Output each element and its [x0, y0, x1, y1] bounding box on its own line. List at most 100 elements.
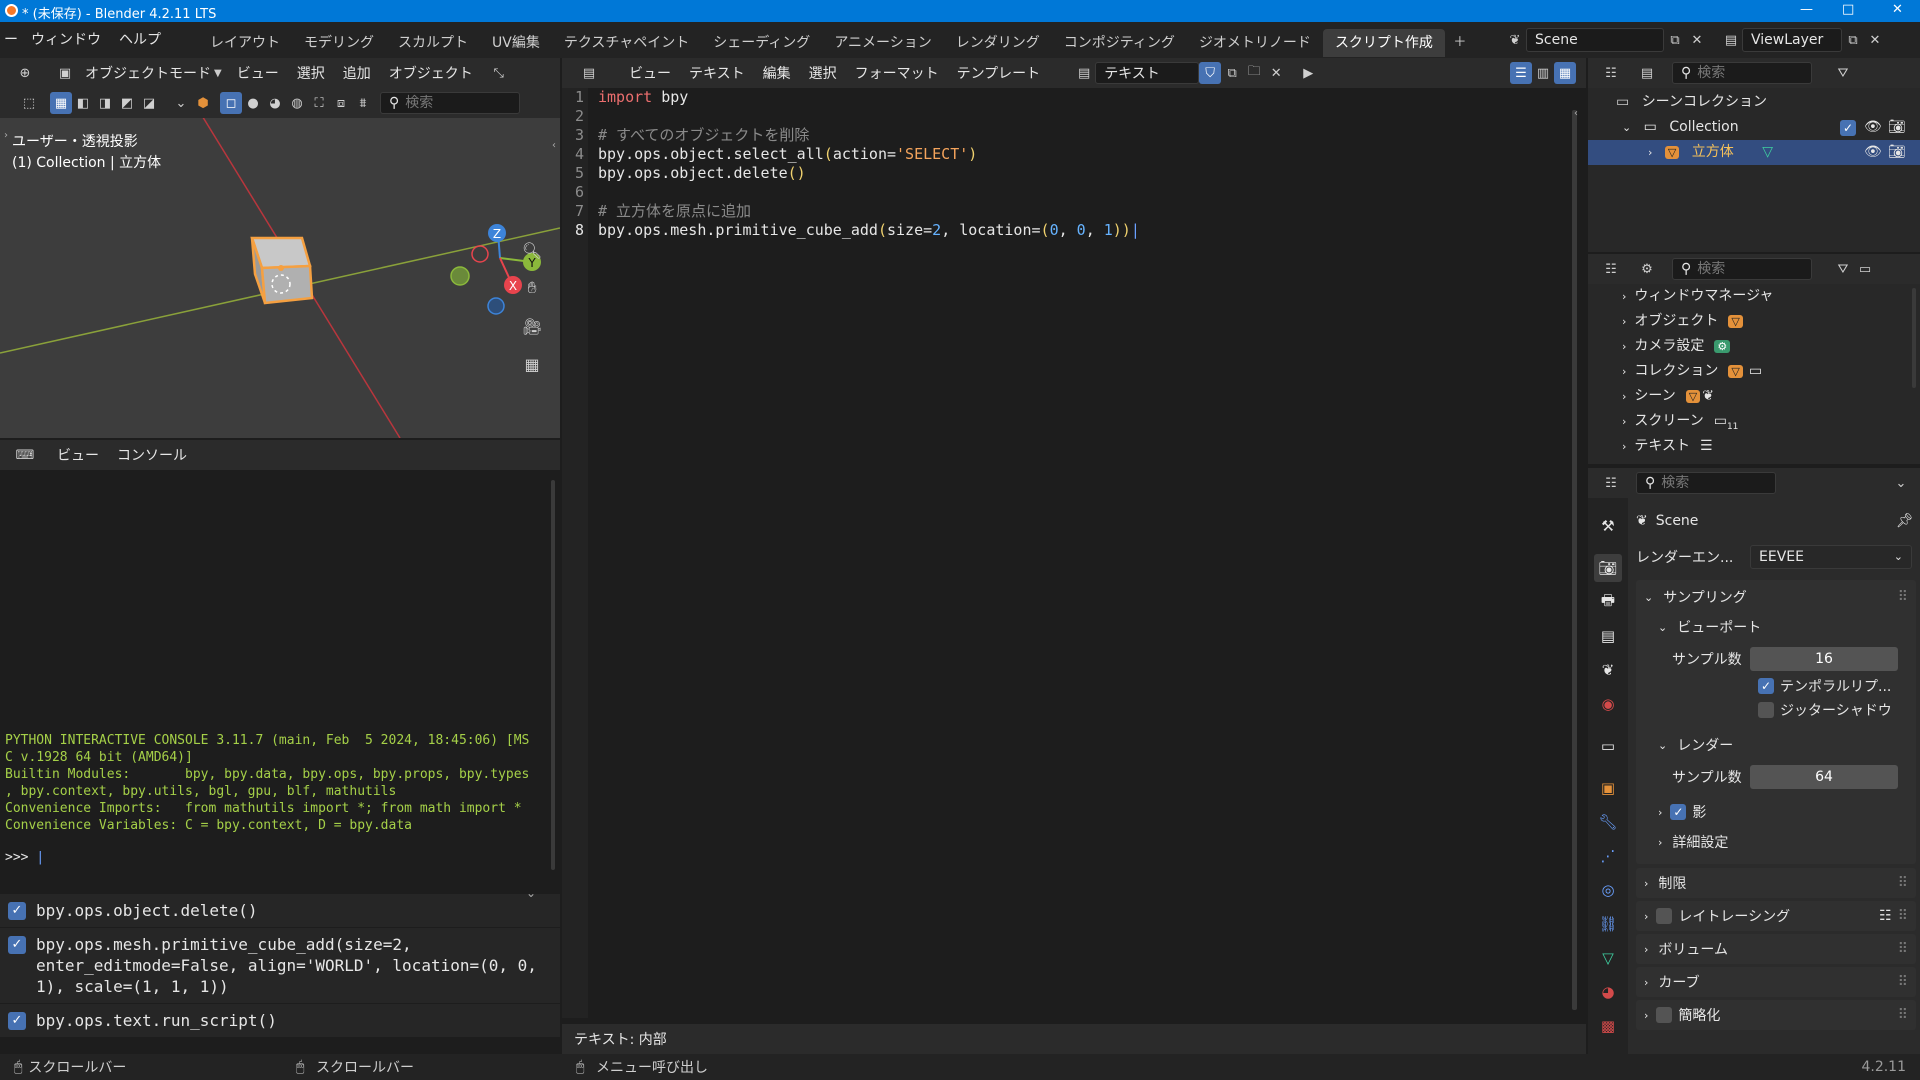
- visibility-chevron-icon[interactable]: ⌄: [170, 92, 192, 114]
- render-engine-dropdown[interactable]: EEVEE ⌄: [1750, 545, 1912, 569]
- cube-object[interactable]: [250, 236, 314, 305]
- tab-compositing[interactable]: コンポジティング: [1052, 29, 1187, 57]
- sampling-header[interactable]: ⌄ サンプリング ⠿: [1636, 586, 1916, 608]
- text-editor-area[interactable]: 1 2 3 4 5 6 7 8 import bpy # すべてのオブジェクトを…: [562, 88, 1586, 1024]
- shading-rendered-icon[interactable]: ◍: [286, 92, 308, 114]
- world-tab-icon[interactable]: ◉: [1594, 690, 1622, 718]
- duplicate-text-icon[interactable]: ⧉: [1221, 62, 1243, 84]
- syntax-highlight-toggle-icon[interactable]: ▦: [1554, 62, 1576, 84]
- tool-tab-icon[interactable]: ⚒: [1594, 512, 1622, 540]
- info-log-item[interactable]: ✓ bpy.ops.object.delete(): [0, 894, 560, 928]
- jitter-shadows-checkbox[interactable]: [1758, 702, 1774, 718]
- mode-invert-icon[interactable]: ◩: [116, 92, 138, 114]
- eye-icon[interactable]: 👁︎: [1864, 115, 1882, 140]
- properties-search-field[interactable]: ⚲ 検索: [1636, 472, 1776, 494]
- properties-editor-type-icon[interactable]: ☷: [1600, 472, 1622, 494]
- tab-modeling[interactable]: モデリング: [292, 29, 386, 57]
- datablocks-editor-type-icon[interactable]: ☷: [1600, 258, 1622, 280]
- list-options-icon[interactable]: ☷: [1879, 908, 1892, 924]
- editor-menu-select[interactable]: 選択: [800, 63, 846, 83]
- tab-layout[interactable]: レイアウト: [198, 29, 292, 57]
- datablock-collections[interactable]: › コレクション ▽ ▭: [1588, 359, 1920, 384]
- editor-menu-edit[interactable]: 編集: [754, 63, 800, 83]
- gizmo-toggle-icon[interactable]: ⛶: [308, 92, 330, 114]
- collection-tab-icon[interactable]: ▭: [1594, 732, 1622, 760]
- pin-icon[interactable]: 📌︎: [1896, 513, 1914, 529]
- shading-wireframe-icon[interactable]: ◻: [220, 92, 242, 114]
- raytracing-checkbox[interactable]: [1656, 908, 1673, 924]
- tab-sculpt[interactable]: スカルプト: [386, 29, 480, 57]
- viewlayer-icon[interactable]: ▤: [1720, 29, 1742, 51]
- volume-panel-header[interactable]: › ボリューム ⠿: [1636, 934, 1916, 964]
- display-mode-icon[interactable]: ▤: [1636, 62, 1658, 84]
- datablock-screens[interactable]: › スクリーン ▭11: [1588, 409, 1920, 434]
- tab-texture-paint[interactable]: テクスチャペイント: [552, 29, 701, 57]
- close-window-button[interactable]: ✕: [1892, 2, 1903, 17]
- filter-icon[interactable]: ⛛: [1832, 258, 1854, 280]
- view-layer-tab-icon[interactable]: ▤: [1594, 622, 1622, 650]
- options-chevron-icon[interactable]: ⌄: [1890, 472, 1912, 494]
- delete-viewlayer-icon[interactable]: ✕: [1864, 29, 1886, 51]
- viewport-menu-object[interactable]: オブジェクト: [380, 63, 482, 83]
- output-tab-icon[interactable]: 🖶: [1594, 588, 1622, 616]
- tab-shading[interactable]: シェーディング: [701, 29, 822, 57]
- info-log-item[interactable]: ✓ bpy.ops.mesh.primitive_cube_add(size=2…: [0, 928, 560, 1004]
- console-menu-console[interactable]: コンソール: [108, 445, 196, 465]
- fake-user-icon[interactable]: ⛉: [1199, 62, 1222, 84]
- advanced-subpanel-header[interactable]: › 詳細設定: [1636, 830, 1916, 854]
- datablock-camera-settings[interactable]: › カメラ設定 ⚙: [1588, 334, 1920, 359]
- mesh-data-icon[interactable]: ▽: [1762, 144, 1773, 160]
- line-numbers-toggle-icon[interactable]: ☰: [1510, 62, 1532, 84]
- new-scene-icon[interactable]: ⧉: [1664, 29, 1686, 51]
- delete-scene-icon[interactable]: ✕: [1686, 29, 1708, 51]
- texture-tab-icon[interactable]: ▩: [1594, 1012, 1622, 1040]
- menu-help[interactable]: ヘルプ: [110, 22, 170, 58]
- drag-handle-icon[interactable]: ⠿: [1898, 875, 1908, 891]
- scene-name-field[interactable]: Scene: [1526, 28, 1664, 52]
- drag-handle-icon[interactable]: ⠿: [1898, 589, 1908, 605]
- viewport-overlay-icon[interactable]: ⬢: [192, 92, 214, 114]
- overlay-toggle-icon[interactable]: ⧈: [330, 92, 352, 114]
- camera-icon[interactable]: 📷︎: [1888, 115, 1906, 140]
- particles-tab-icon[interactable]: ⋰: [1594, 842, 1622, 870]
- outliner-editor-type-icon[interactable]: ☷: [1600, 62, 1622, 84]
- outliner-object-cube[interactable]: › ▽ 立方体 ▽ 👁︎ 📷︎: [1588, 140, 1920, 165]
- tab-uv-editing[interactable]: UV編集: [480, 29, 552, 57]
- drag-handle-icon[interactable]: ⠿: [1898, 908, 1908, 924]
- datablock-texts[interactable]: › テキスト ☰: [1588, 434, 1920, 459]
- new-viewlayer-icon[interactable]: ⧉: [1842, 29, 1864, 51]
- pan-hand-icon[interactable]: ✋︎: [518, 274, 546, 302]
- minimize-button[interactable]: —: [1800, 2, 1813, 17]
- code-content[interactable]: import bpy # すべてのオブジェクトを削除 bpy.ops.objec…: [598, 88, 1140, 240]
- outliner-collection[interactable]: ⌄ ▭ Collection ✓ 👁︎ 📷︎: [1588, 115, 1920, 140]
- viewport-menu-select[interactable]: 選択: [288, 63, 334, 83]
- tab-scripting[interactable]: スクリプト作成: [1322, 29, 1445, 57]
- physics-tab-icon[interactable]: ◎: [1594, 876, 1622, 904]
- shadows-subpanel-header[interactable]: › ✓ 影: [1636, 800, 1916, 824]
- render-samples-field[interactable]: 64: [1750, 765, 1898, 789]
- drag-handle-icon[interactable]: ⠿: [1898, 941, 1908, 957]
- simplify-panel-header[interactable]: › 簡略化 ⠿: [1636, 1000, 1916, 1030]
- editor-menu-text[interactable]: テキスト: [680, 63, 754, 83]
- limits-panel-header[interactable]: › 制限 ⠿: [1636, 868, 1916, 898]
- temporal-reprojection-checkbox[interactable]: ✓: [1758, 678, 1774, 694]
- mode-extend-icon[interactable]: ◧: [72, 92, 94, 114]
- jitter-shadows-row[interactable]: ジッターシャドウ: [1636, 698, 1916, 722]
- python-console[interactable]: PYTHON INTERACTIVE CONSOLE 3.11.7 (main,…: [0, 470, 560, 890]
- drag-handle-icon[interactable]: ⠿: [1898, 974, 1908, 990]
- viewport-3d[interactable]: Z Y X ユーザー・透視投影 (1) Collection | 立方体 › ‹…: [0, 88, 560, 438]
- editor-scrollbar[interactable]: [1572, 110, 1577, 1010]
- add-workspace-icon[interactable]: ＋: [1449, 29, 1471, 51]
- object-mode-dropdown[interactable]: オブジェクトモード: [76, 63, 220, 83]
- constraints-tab-icon[interactable]: ⛓: [1594, 910, 1622, 938]
- curves-panel-header[interactable]: › カーブ ⠿: [1636, 967, 1916, 997]
- perspective-toggle-icon[interactable]: ▦: [518, 350, 546, 378]
- blend-file-mode-icon[interactable]: ⚙: [1636, 258, 1658, 280]
- xray-toggle-icon[interactable]: ⩩: [352, 92, 374, 114]
- shading-material-icon[interactable]: ◕: [264, 92, 286, 114]
- render-tab-icon[interactable]: 📷︎: [1594, 554, 1622, 582]
- camera-icon[interactable]: 📷︎: [1888, 140, 1906, 165]
- tab-geometry-nodes[interactable]: ジオメトリノード: [1187, 29, 1323, 57]
- console-scrollbar[interactable]: [551, 480, 555, 870]
- tab-rendering[interactable]: レンダリング: [944, 29, 1052, 57]
